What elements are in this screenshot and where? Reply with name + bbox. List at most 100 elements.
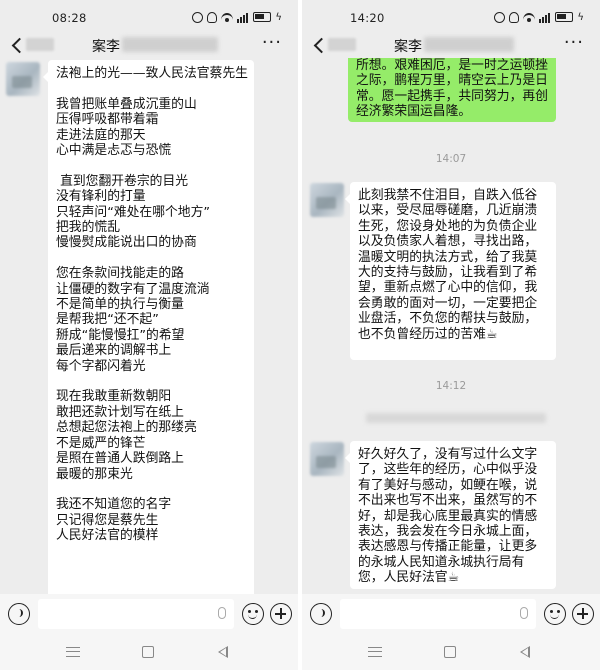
message-line: 敢把还款计划写在纸上 (56, 404, 184, 420)
status-bar: 08:28 ϟ (0, 0, 298, 34)
redacted-system-message (366, 413, 546, 423)
message-line: 每个字都闪着光 (56, 358, 146, 374)
message-line: 只轻声问“难处在哪个地方” (56, 204, 211, 220)
charging-icon: ϟ (275, 11, 282, 23)
system-back-icon[interactable] (218, 646, 228, 658)
status-bar: 14:20 ϟ (302, 0, 600, 34)
timestamp: 14:12 (435, 380, 467, 392)
sent-message-text: 所想。艰难困厄，是一时之运顿挫 之际，鹏程万里，晴空云上乃是日 常。愿一起携手，共同… (356, 58, 548, 120)
emoji-icon[interactable] (242, 603, 264, 625)
more-actions-plus-icon[interactable] (572, 603, 594, 625)
poem-text: 法袍上的光——致人民法官蔡先生 我曾把账单叠成沉重的山 压得呼吸都带着霜 走进法庭的那… (56, 66, 248, 544)
contact-avatar[interactable] (310, 183, 344, 217)
recent-apps-icon[interactable] (66, 647, 80, 657)
message-line: 所想。艰难困厄，是一时之运顿挫 (356, 58, 548, 73)
home-icon[interactable] (444, 646, 456, 658)
chat-title: 案李 (394, 39, 422, 55)
wifi-icon (523, 12, 536, 23)
mute-icon (207, 11, 218, 23)
recent-apps-icon[interactable] (368, 647, 382, 657)
more-options-icon[interactable]: ··· (564, 34, 584, 56)
status-time: 08:28 (52, 11, 87, 25)
charging-icon: ϟ (577, 11, 584, 23)
message-line (56, 251, 246, 266)
message-line: 只记得您是蔡先生 (56, 512, 159, 528)
message-line: 之际，鹏程万里，晴空云上乃是日 (356, 73, 548, 89)
received-message-bubble[interactable]: 此刻我禁不住泪目，自跌入低谷以来，受尽屈辱磋磨，几近崩溃生死，您设身处地的为负债… (345, 182, 556, 360)
battery-icon (253, 12, 272, 22)
input-bar (302, 594, 600, 636)
message-line: 经济繁荣国运昌隆。 (356, 104, 472, 120)
alarm-icon (494, 11, 506, 23)
system-navigation-bar (302, 636, 600, 670)
wifi-icon (221, 12, 234, 23)
chat-area[interactable]: 所想。艰难困厄，是一时之运顿挫 之际，鹏程万里，晴空云上乃是日 常。愿一起携手，共同… (302, 58, 600, 594)
message-line (56, 81, 246, 96)
redacted-unread-count (328, 38, 356, 51)
status-icons: ϟ (192, 10, 282, 24)
message-line (56, 374, 246, 389)
input-bar (0, 594, 298, 636)
battery-icon (555, 12, 574, 22)
message-line: 心中满是忐忑与恐慌 (56, 143, 172, 159)
message-line: 是照在普通人跌倒路上 (56, 451, 184, 467)
status-time: 14:20 (350, 11, 385, 25)
message-line: 常。愿一起携手，共同努力，再创 (356, 88, 548, 104)
message-line: 让僵硬的数字有了温度流淌 (56, 281, 210, 297)
redacted-name (424, 37, 514, 52)
chat-title: 案李 (92, 39, 120, 55)
left-phone-screen: 08:28 ϟ 案李 ··· 法袍上的光——致人民法官蔡先生 我曾把账单叠成沉重的… (0, 0, 298, 670)
message-line: 我曾把账单叠成沉重的山 (56, 96, 197, 112)
received-message-text: 此刻我禁不住泪目，自跌入低谷以来，受尽屈辱磋磨，几近崩溃生死，您设身处地的为负债… (358, 188, 538, 342)
message-input[interactable] (340, 599, 536, 629)
message-line: 最后递来的调解书上 (56, 343, 172, 359)
emoji-icon[interactable] (544, 603, 566, 625)
message-line: 总想起您法袍上的那缕亮 (56, 420, 197, 436)
status-icons: ϟ (494, 10, 584, 24)
message-line: 压得呼吸都带着霜 (56, 112, 159, 128)
message-line: 不是简单的执行与衡量 (56, 297, 184, 313)
message-line (56, 482, 246, 497)
message-line (56, 158, 246, 173)
message-line: 人民好法官的模样 (56, 528, 159, 544)
back-arrow-icon[interactable] (10, 34, 24, 56)
timestamp: 14:07 (435, 153, 467, 165)
message-line: 掰成“能慢慢扛”的希望 (56, 327, 185, 343)
received-message-bubble[interactable]: 好久好久了，没有写过什么文字了，这些年的经历，心中似乎没有了美好与感动，如鲠在喉… (345, 441, 556, 589)
message-line: 直到您翻开卷宗的目光 (56, 173, 189, 189)
message-line: 现在我敢重新数朝阳 (56, 389, 172, 405)
chat-area[interactable]: 法袍上的光——致人民法官蔡先生 我曾把账单叠成沉重的山 压得呼吸都带着霜 走进法庭的那… (0, 58, 298, 594)
home-icon[interactable] (142, 646, 154, 658)
back-arrow-icon[interactable] (312, 34, 326, 56)
message-line: 我还不知道您的名字 (56, 497, 172, 513)
redacted-unread-count (26, 38, 54, 51)
signal-icon (539, 12, 551, 23)
redacted-name (122, 37, 218, 52)
message-line: 不是威严的锋芒 (56, 435, 146, 451)
message-line: 走进法庭的那天 (56, 127, 146, 143)
poem-message-bubble[interactable]: 法袍上的光——致人民法官蔡先生 我曾把账单叠成沉重的山 压得呼吸都带着霜 走进法庭的那… (43, 60, 254, 594)
contact-avatar[interactable] (310, 442, 344, 476)
alarm-icon (192, 11, 204, 23)
sent-message-bubble[interactable]: 所想。艰难困厄，是一时之运顿挫 之际，鹏程万里，晴空云上乃是日 常。愿一起携手，共同… (348, 58, 556, 122)
chat-header: 案李 ··· (0, 34, 298, 58)
received-message-text: 好久好久了，没有写过什么文字了，这些年的经历，心中似乎没有了美好与感动，如鲠在喉… (358, 447, 538, 586)
message-line: 没有锋利的打量 (56, 189, 146, 205)
more-actions-plus-icon[interactable] (270, 603, 292, 625)
mute-icon (509, 11, 520, 23)
message-line: 法袍上的光——致人民法官蔡先生 (56, 66, 248, 81)
message-line: 慢慢熨成能说出口的协商 (56, 235, 197, 251)
chat-header: 案李 ··· (302, 34, 600, 58)
system-back-icon[interactable] (520, 646, 530, 658)
message-line: 您在条款间找能走的路 (56, 266, 184, 282)
microphone-icon[interactable] (520, 607, 528, 619)
microphone-icon[interactable] (218, 607, 226, 619)
message-input[interactable] (38, 599, 234, 629)
contact-avatar[interactable] (6, 62, 40, 96)
message-line: 把我的慌乱 (56, 220, 120, 236)
voice-input-icon[interactable] (310, 603, 332, 625)
signal-icon (237, 12, 249, 23)
voice-input-icon[interactable] (8, 603, 30, 625)
right-phone-screen: 14:20 ϟ 案李 ··· 所想。艰难困厄，是一时之运顿挫 之际，鹏程万里，晴空… (302, 0, 600, 670)
more-options-icon[interactable]: ··· (262, 34, 282, 56)
